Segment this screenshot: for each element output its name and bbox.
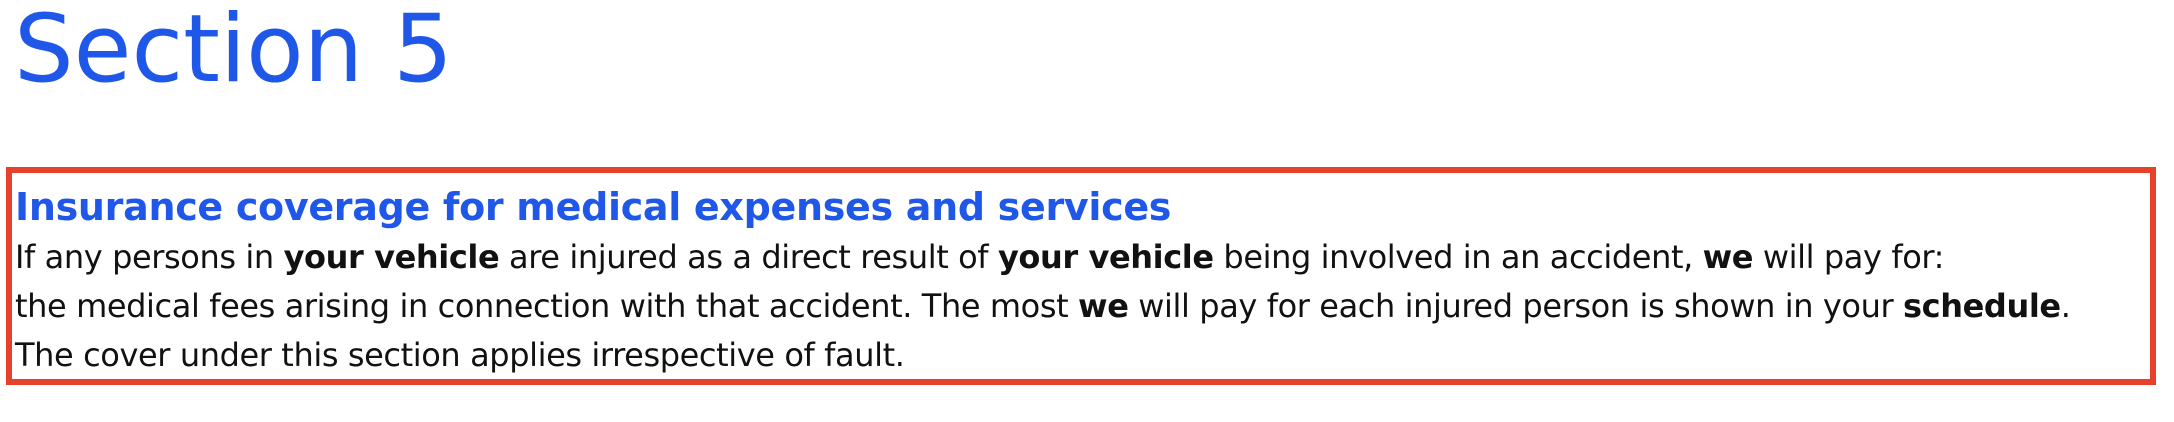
- section-heading: Insurance coverage for medical expenses …: [15, 185, 1172, 229]
- bold-term-your-vehicle: your vehicle: [283, 238, 500, 276]
- bold-term-we: we: [1078, 287, 1129, 325]
- text-run: If any persons in: [15, 238, 284, 276]
- text-run: the medical fees arising in connection w…: [15, 287, 1079, 325]
- text-run: .: [2060, 287, 2071, 325]
- text-run: will pay for each injured person is show…: [1128, 287, 1904, 325]
- paragraph-line-2: the medical fees arising in connection w…: [15, 282, 2165, 331]
- text-run: are injured as a direct result of: [499, 238, 998, 276]
- text-run: being involved in an accident,: [1213, 238, 1703, 276]
- page-title: Section 5: [14, 0, 453, 104]
- bold-term-we: we: [1702, 238, 1754, 276]
- bold-term-your-vehicle: your vehicle: [997, 238, 1214, 276]
- bold-term-schedule: schedule: [1903, 287, 2061, 325]
- paragraph-line-1: If any persons in your vehicle are injur…: [15, 233, 2165, 282]
- text-run: The cover under this section applies irr…: [15, 336, 905, 374]
- paragraph-line-3: The cover under this section applies irr…: [15, 331, 2165, 380]
- text-run: will pay for:: [1753, 238, 1944, 276]
- section-content: Insurance coverage for medical expenses …: [15, 181, 2165, 380]
